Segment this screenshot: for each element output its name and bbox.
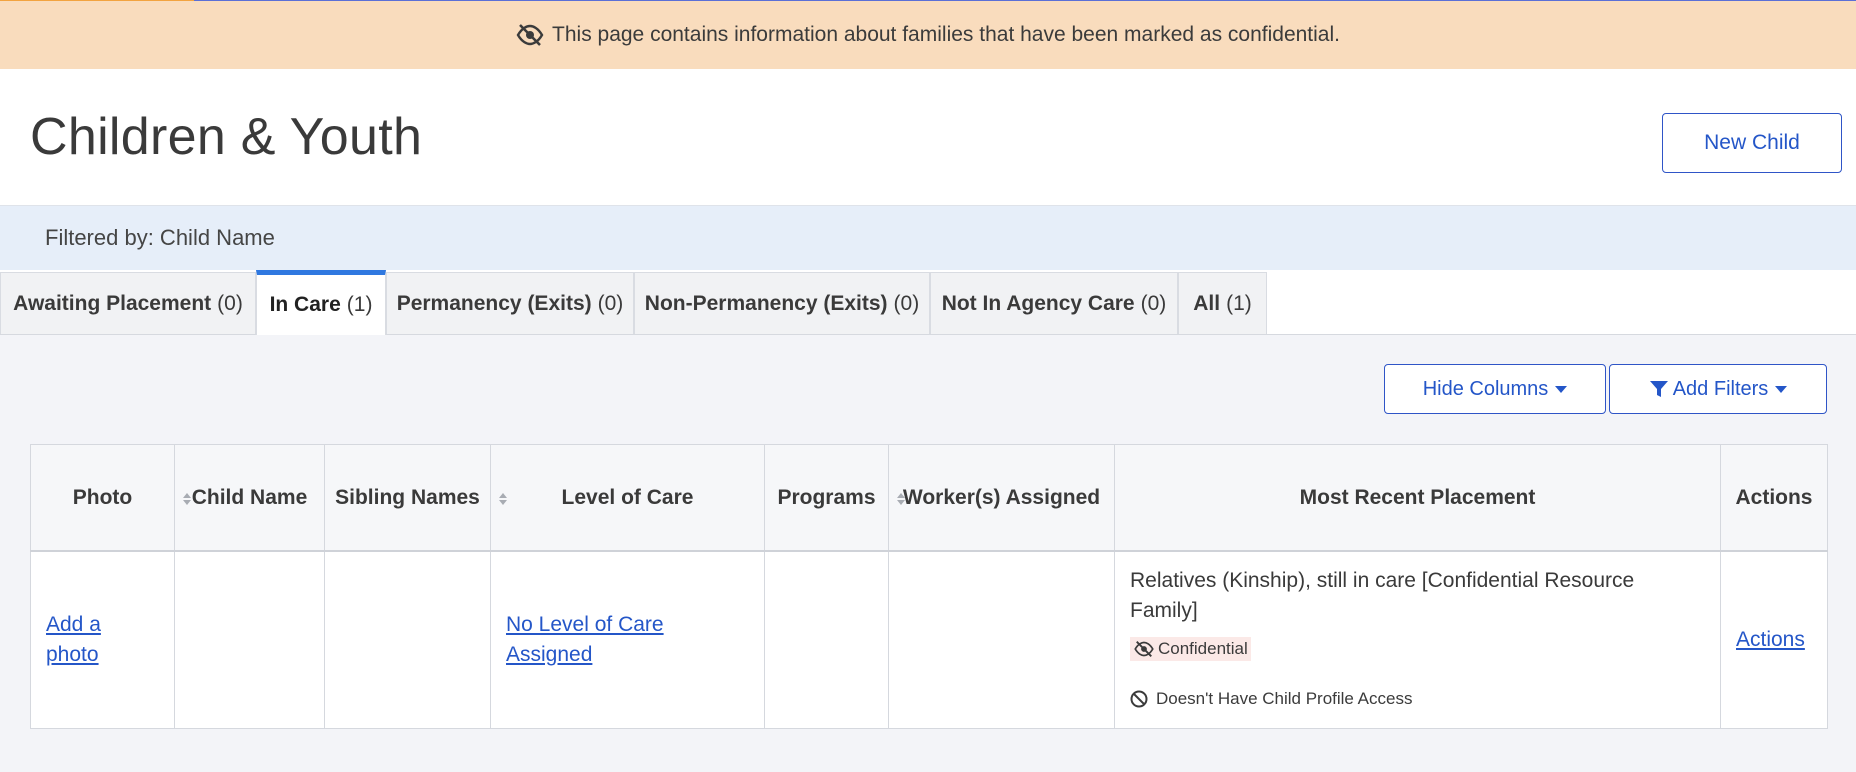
column-header-programs: Programs	[764, 444, 889, 552]
hide-columns-button[interactable]: Hide Columns	[1384, 364, 1606, 414]
children-table-wrapper: Photo Child Name Sibling Names Level of …	[30, 444, 1828, 729]
add-photo-link[interactable]: Add a photo	[46, 613, 101, 666]
column-header-level-of-care[interactable]: Level of Care	[490, 444, 765, 552]
filter-bar: Filtered by: Child Name	[0, 206, 1856, 270]
table-row: Add a photo No Level of Care Assigned Re…	[30, 550, 1828, 729]
column-header-photo: Photo	[30, 444, 175, 552]
status-tabs: Awaiting Placement (0) In Care (1) Permane…	[0, 270, 1856, 335]
tab-label: All	[1193, 291, 1221, 315]
actions-cell: Actions	[1720, 550, 1828, 729]
table-header-row: Photo Child Name Sibling Names Level of …	[30, 444, 1828, 552]
child-name-cell	[174, 550, 325, 729]
tab-permanency-exits[interactable]: Permanency (Exits) (0)	[386, 272, 634, 334]
workers-cell	[888, 550, 1115, 729]
page-title: Children & Youth	[30, 108, 423, 166]
tab-label: Non-Permanency (Exits)	[644, 291, 888, 315]
tab-count: (0)	[597, 291, 624, 315]
ban-icon	[1130, 690, 1148, 708]
tab-in-care[interactable]: In Care (1)	[256, 270, 386, 335]
sort-icon[interactable]	[183, 493, 191, 505]
filter-label: Filtered by: Child Name	[45, 225, 275, 250]
filter-funnel-icon	[1649, 381, 1668, 397]
tab-not-in-agency-care[interactable]: Not In Agency Care (0)	[930, 272, 1178, 334]
tab-count: (1)	[1226, 291, 1252, 315]
profile-access-text: Doesn't Have Child Profile Access	[1156, 689, 1413, 708]
tab-non-permanency-exits[interactable]: Non-Permanency (Exits) (0)	[634, 272, 930, 334]
add-filters-label: Add Filters	[1672, 377, 1769, 400]
level-of-care-link[interactable]: No Level of Care Assigned	[506, 613, 664, 666]
actions-link[interactable]: Actions	[1736, 628, 1805, 651]
caret-down-icon	[1555, 385, 1568, 393]
eye-slash-icon	[516, 24, 544, 46]
tab-count: (0)	[893, 291, 920, 315]
level-of-care-cell: No Level of Care Assigned	[490, 550, 765, 729]
column-header-sibling-names: Sibling Names	[324, 444, 491, 552]
column-header-actions: Actions	[1720, 444, 1828, 552]
tab-count: (1)	[346, 293, 373, 316]
add-filters-button[interactable]: Add Filters	[1609, 364, 1827, 414]
tab-label: Awaiting Placement	[13, 291, 212, 315]
column-header-most-recent-placement: Most Recent Placement	[1114, 444, 1721, 552]
tab-label: In Care	[269, 293, 341, 316]
banner-text: This page contains information about fam…	[552, 23, 1340, 46]
confidential-badge-label: Confidential	[1158, 639, 1248, 658]
placement-text: Relatives (Kinship), still in care [Conf…	[1130, 569, 1635, 622]
eye-slash-icon	[1134, 641, 1154, 657]
caret-down-icon	[1775, 385, 1788, 393]
sort-icon[interactable]	[499, 493, 507, 505]
tab-count: (0)	[217, 291, 243, 315]
profile-access-note: Doesn't Have Child Profile Access	[1130, 684, 1705, 714]
sibling-names-cell	[324, 550, 491, 729]
page-header: Children & Youth New Child	[0, 69, 1856, 206]
confidential-badge: Confidential	[1130, 637, 1251, 661]
hide-columns-label: Hide Columns	[1422, 377, 1549, 400]
column-header-child-name[interactable]: Child Name	[174, 444, 325, 552]
new-child-button[interactable]: New Child	[1662, 113, 1842, 173]
tab-label: Not In Agency Care	[941, 291, 1135, 315]
confidential-banner: This page contains information about fam…	[0, 1, 1856, 69]
placement-cell: Relatives (Kinship), still in care [Conf…	[1114, 550, 1721, 729]
programs-cell	[764, 550, 889, 729]
tab-label: Permanency (Exits)	[396, 291, 592, 315]
tab-awaiting-placement[interactable]: Awaiting Placement (0)	[0, 272, 256, 334]
column-header-workers-assigned[interactable]: Worker(s) Assigned	[888, 444, 1115, 552]
tab-all[interactable]: All (1)	[1178, 272, 1267, 334]
tab-count: (0)	[1140, 291, 1167, 315]
children-table: Photo Child Name Sibling Names Level of …	[30, 444, 1828, 729]
sort-icon[interactable]	[897, 493, 905, 505]
photo-cell: Add a photo	[30, 550, 175, 729]
